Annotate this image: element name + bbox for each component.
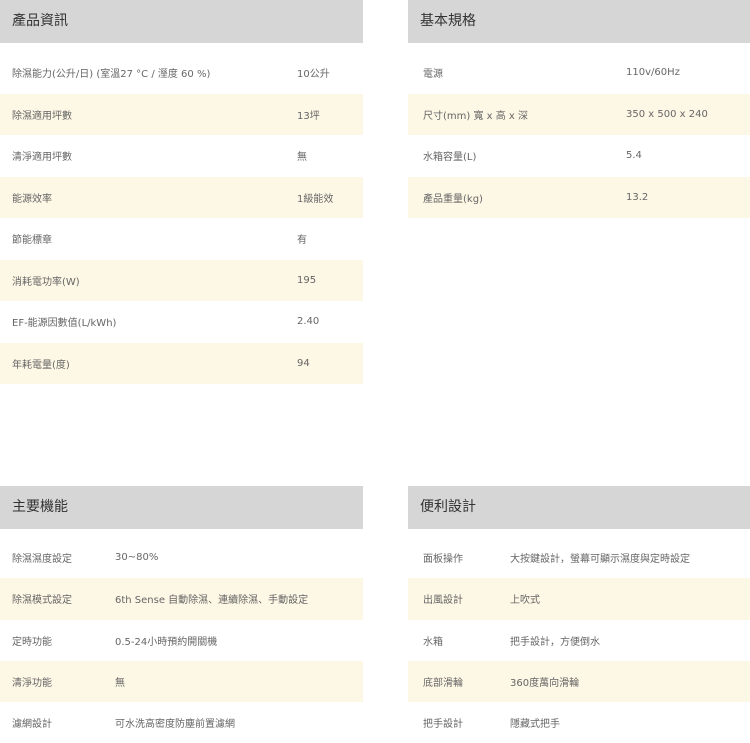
spec-value: 無 <box>297 152 307 164</box>
spec-label: 底部滑輪 <box>423 678 463 690</box>
product-info-section: 產品資訊 除濕能力(公升/日) (室溫27 °C / 溼度 60 %) 10公升 … <box>0 0 363 384</box>
spec-value: 13.2 <box>626 191 649 203</box>
spec-row: 水箱容量(L) 5.4 <box>408 135 750 177</box>
spec-row: 除濕能力(公升/日) (室溫27 °C / 溼度 60 %) 10公升 <box>0 52 363 94</box>
spec-row: 節能標章 有 <box>0 218 363 260</box>
section-title: 便利設計 <box>408 486 750 529</box>
spec-value: 5.4 <box>626 150 642 162</box>
spec-label: 水箱 <box>423 636 443 648</box>
spec-row: 除濕濕度設定 30~80% <box>0 537 363 578</box>
spec-label: 能源效率 <box>12 193 52 205</box>
spec-row: 電源 110v/60Hz <box>408 52 750 94</box>
spec-value: 110v/60Hz <box>626 67 680 79</box>
spec-row: 定時功能 0.5-24小時預約開關機 <box>0 620 363 661</box>
spec-label: 出風設計 <box>423 595 463 607</box>
spec-value: 10公升 <box>297 69 330 81</box>
spec-row: 能源效率 1級能效 <box>0 176 363 218</box>
spec-value: 30~80% <box>115 552 159 564</box>
spec-label: 除濕模式設定 <box>12 595 72 607</box>
main-functions-section: 主要機能 除濕濕度設定 30~80% 除濕模式設定 6th Sense 自動除濕、連… <box>0 486 363 743</box>
spec-row: 水箱 把手設計，方便倒水 <box>408 620 750 661</box>
spec-label: 除濕濕度設定 <box>12 554 72 566</box>
spec-row: 面板操作 大按鍵設計，螢幕可顯示濕度與定時設定 <box>408 537 750 578</box>
spec-label: 消耗電功率(W) <box>12 276 80 288</box>
spec-label: 尺寸(mm) 寬 x 高 x 深 <box>423 110 529 122</box>
spec-row: 產品重量(kg) 13.2 <box>408 176 750 218</box>
spec-label: 年耗電量(度) <box>12 359 70 371</box>
spec-label: EF-能源因數值(L/kWh) <box>12 318 117 330</box>
spec-row: 除濕模式設定 6th Sense 自動除濕、連續除濕、手動設定 <box>0 578 363 620</box>
spec-value: 360度萬向滑輪 <box>510 678 580 690</box>
spec-value: 把手設計，方便倒水 <box>510 636 600 648</box>
spec-row: 除濕適用坪數 13坪 <box>0 93 363 135</box>
spec-label: 清淨適用坪數 <box>12 152 72 164</box>
section-title: 產品資訊 <box>0 0 363 43</box>
section-title: 主要機能 <box>0 486 363 529</box>
spec-row: 清淨適用坪數 無 <box>0 135 363 177</box>
spec-value: 大按鍵設計，螢幕可顯示濕度與定時設定 <box>510 554 690 566</box>
spec-value: 2.40 <box>297 316 320 328</box>
spec-label: 電源 <box>423 69 443 81</box>
spec-value: 1級能效 <box>297 193 334 205</box>
spec-value: 195 <box>297 274 317 286</box>
spec-value: 上吹式 <box>510 595 540 607</box>
spec-value: 94 <box>297 357 310 369</box>
spec-value: 可水洗高密度防塵前置濾網 <box>115 719 235 731</box>
spec-row: 濾網設計 可水洗高密度防塵前置濾網 <box>0 702 363 743</box>
spec-row: 年耗電量(度) 94 <box>0 342 363 384</box>
spec-value: 隱藏式把手 <box>510 719 560 731</box>
spec-value: 無 <box>115 678 125 690</box>
spec-label: 除濕適用坪數 <box>12 110 72 122</box>
basic-specs-section: 基本規格 電源 110v/60Hz 尺寸(mm) 寬 x 高 x 深 350 x 5… <box>408 0 750 218</box>
spec-row: 尺寸(mm) 寬 x 高 x 深 350 x 500 x 240 <box>408 93 750 135</box>
spec-row: 清淨功能 無 <box>0 660 363 703</box>
spec-row: 把手設計 隱藏式把手 <box>408 702 750 743</box>
spec-value: 0.5-24小時預約開關機 <box>115 636 218 648</box>
spec-value: 13坪 <box>297 110 320 122</box>
spec-row: 底部滑輪 360度萬向滑輪 <box>408 660 750 703</box>
spec-row: 消耗電功率(W) 195 <box>0 259 363 301</box>
spec-label: 節能標章 <box>12 235 52 247</box>
spec-label: 除濕能力(公升/日) (室溫27 °C / 溼度 60 %) <box>12 69 211 81</box>
spec-value: 有 <box>297 235 307 247</box>
spec-value: 350 x 500 x 240 <box>626 108 708 120</box>
section-title: 基本規格 <box>408 0 750 43</box>
spec-label: 濾網設計 <box>12 719 52 731</box>
spec-value: 6th Sense 自動除濕、連續除濕、手動設定 <box>115 595 309 607</box>
spec-label: 產品重量(kg) <box>423 193 483 205</box>
convenience-design-section: 便利設計 面板操作 大按鍵設計，螢幕可顯示濕度與定時設定 出風設計 上吹式 水箱 把手… <box>408 486 750 743</box>
spec-label: 把手設計 <box>423 719 463 731</box>
spec-label: 清淨功能 <box>12 678 52 690</box>
spec-label: 水箱容量(L) <box>423 152 477 164</box>
spec-label: 面板操作 <box>423 554 463 566</box>
spec-row: EF-能源因數值(L/kWh) 2.40 <box>0 301 363 343</box>
spec-label: 定時功能 <box>12 636 52 648</box>
spec-row: 出風設計 上吹式 <box>408 578 750 620</box>
